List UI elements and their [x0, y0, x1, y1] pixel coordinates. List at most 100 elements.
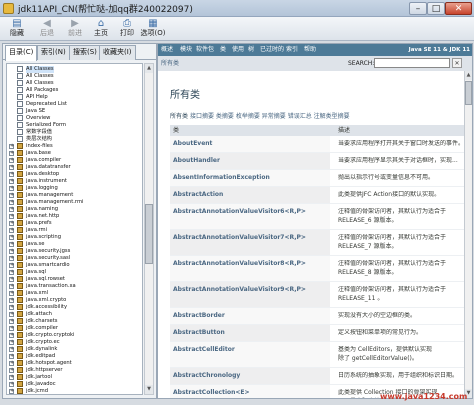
tree-node[interactable]: + jdk.accessibility: [7, 304, 142, 311]
nav-link[interactable]: 概述: [161, 44, 173, 56]
search-reset-button[interactable]: ✕: [452, 58, 462, 68]
expand-icon[interactable]: +: [9, 193, 14, 198]
class-link[interactable]: AbstractBorder: [173, 312, 225, 320]
tree-node[interactable]: All Classes: [7, 73, 142, 80]
expand-icon[interactable]: +: [9, 242, 14, 247]
class-link[interactable]: AbstractAnnotationValueVisitor6<R,P>: [173, 208, 306, 216]
expand-icon[interactable]: +: [9, 200, 14, 205]
class-link[interactable]: AbstractChronology: [173, 372, 240, 380]
expand-icon[interactable]: +: [9, 389, 14, 394]
tree-node[interactable]: + jdk.dynalink: [7, 346, 142, 353]
toolbar-button-5[interactable]: ▦ 选项(O): [140, 18, 166, 40]
tree-node[interactable]: + jdk.hotspot.agent: [7, 360, 142, 367]
tree-node[interactable]: Java SE: [7, 108, 142, 115]
tree-node[interactable]: + jdk.jcmd: [7, 388, 142, 394]
tree-node[interactable]: + java.management: [7, 192, 142, 199]
tree-node[interactable]: + java.instrument: [7, 178, 142, 185]
tree-node[interactable]: + java.datatransfer: [7, 164, 142, 171]
tree-node[interactable]: 类层次结构: [7, 136, 142, 143]
expand-icon[interactable]: +: [9, 172, 14, 177]
all-classes-link[interactable]: 所有类: [161, 59, 179, 68]
minimize-button[interactable]: –: [409, 2, 427, 15]
class-link[interactable]: AbstractCellEditor: [173, 346, 235, 354]
tree-node[interactable]: + java.security.jgss: [7, 248, 142, 255]
tree-node[interactable]: + jdk.httpserver: [7, 367, 142, 374]
tree-node[interactable]: + jdk.charsets: [7, 318, 142, 325]
nav-link[interactable]: 帮助: [304, 44, 316, 56]
tree-node[interactable]: Overview: [7, 115, 142, 122]
scroll-up-arrow-icon[interactable]: ▲: [465, 71, 472, 80]
tree-node[interactable]: + jdk.editpad: [7, 353, 142, 360]
tree-node[interactable]: + java.transaction.xa: [7, 283, 142, 290]
tree-node[interactable]: All Classes: [7, 66, 142, 73]
filter-tab[interactable]: 错误汇总: [288, 113, 312, 120]
tree-scrollbar[interactable]: ▲ ▼: [144, 63, 154, 395]
tree-node[interactable]: Deprecated List: [7, 101, 142, 108]
expand-icon[interactable]: +: [9, 277, 14, 282]
expand-icon[interactable]: +: [9, 207, 14, 212]
class-link[interactable]: AboutEvent: [173, 140, 212, 148]
scroll-thumb[interactable]: [145, 204, 153, 264]
tree-node[interactable]: + java.prefs: [7, 220, 142, 227]
tree-node[interactable]: + java.rmi: [7, 227, 142, 234]
expand-icon[interactable]: +: [9, 312, 14, 317]
filter-tab[interactable]: 异常摘要: [262, 113, 286, 120]
tree-node[interactable]: + java.scripting: [7, 234, 142, 241]
tree-node[interactable]: Serialized Form: [7, 122, 142, 129]
tree-node[interactable]: + java.sql.rowset: [7, 276, 142, 283]
maximize-button[interactable]: □: [427, 2, 445, 15]
tab-index[interactable]: 索引(N): [37, 45, 70, 60]
expand-icon[interactable]: +: [9, 375, 14, 380]
filter-tab[interactable]: 所有类: [170, 113, 188, 120]
tree-node[interactable]: + java.management.rmi: [7, 199, 142, 206]
toolbar-button-4[interactable]: ⎙ 打印: [114, 18, 140, 40]
class-link[interactable]: AbstractAnnotationValueVisitor8<R,P>: [173, 260, 306, 268]
expand-icon[interactable]: +: [9, 347, 14, 352]
class-link[interactable]: AbstractAction: [173, 191, 223, 199]
expand-icon[interactable]: +: [9, 368, 14, 373]
tree-node[interactable]: + java.logging: [7, 185, 142, 192]
expand-icon[interactable]: +: [9, 298, 14, 303]
tree-node[interactable]: + java.desktop: [7, 171, 142, 178]
expand-icon[interactable]: +: [9, 340, 14, 345]
tree-node[interactable]: All Classes: [7, 80, 142, 87]
expand-icon[interactable]: +: [9, 291, 14, 296]
class-link[interactable]: AboutHandler: [173, 157, 220, 165]
scroll-up-arrow-icon[interactable]: ▲: [145, 64, 153, 73]
tree-node[interactable]: + jdk.attach: [7, 311, 142, 318]
expand-icon[interactable]: +: [9, 158, 14, 163]
nav-link[interactable]: 已过时的: [260, 44, 284, 56]
expand-icon[interactable]: +: [9, 382, 14, 387]
contents-tree[interactable]: All Classes All Classes All Classes All Pac…: [6, 63, 143, 395]
filter-tab[interactable]: 注解类型摘要: [314, 113, 350, 120]
tree-node[interactable]: + java.sql: [7, 269, 142, 276]
expand-icon[interactable]: +: [9, 319, 14, 324]
tree-node[interactable]: + java.net.http: [7, 213, 142, 220]
expand-icon[interactable]: +: [9, 221, 14, 226]
expand-icon[interactable]: +: [9, 144, 14, 149]
nav-link[interactable]: 软件包: [196, 44, 214, 56]
expand-icon[interactable]: +: [9, 256, 14, 261]
tab-favorites[interactable]: 收藏夹(I): [99, 45, 136, 60]
toolbar-button-3[interactable]: ⌂ 主页: [88, 18, 114, 40]
nav-link[interactable]: 树: [248, 44, 254, 56]
close-button[interactable]: ✕: [445, 2, 472, 15]
scroll-thumb[interactable]: [465, 81, 472, 105]
expand-icon[interactable]: +: [9, 361, 14, 366]
expand-icon[interactable]: +: [9, 179, 14, 184]
toolbar-button-0[interactable]: ▤ 隐藏: [4, 18, 30, 40]
expand-icon[interactable]: +: [9, 249, 14, 254]
tree-node[interactable]: + jdk.javadoc: [7, 381, 142, 388]
class-link[interactable]: AbstractAnnotationValueVisitor9<R,P>: [173, 286, 306, 294]
class-link[interactable]: AbsentInformationException: [173, 174, 270, 182]
expand-icon[interactable]: +: [9, 235, 14, 240]
search-input[interactable]: [374, 58, 450, 68]
toolbar-button-2[interactable]: ▶ 前进: [62, 18, 88, 40]
tree-node[interactable]: + java.naming: [7, 206, 142, 213]
topic-scrollbar[interactable]: ▲ ▼: [464, 71, 472, 398]
filter-tab[interactable]: 枚举摘要: [236, 113, 260, 120]
tree-node[interactable]: + java.security.sasl: [7, 255, 142, 262]
expand-icon[interactable]: +: [9, 263, 14, 268]
tree-node[interactable]: All Packages: [7, 87, 142, 94]
tree-node[interactable]: + java.xml: [7, 290, 142, 297]
